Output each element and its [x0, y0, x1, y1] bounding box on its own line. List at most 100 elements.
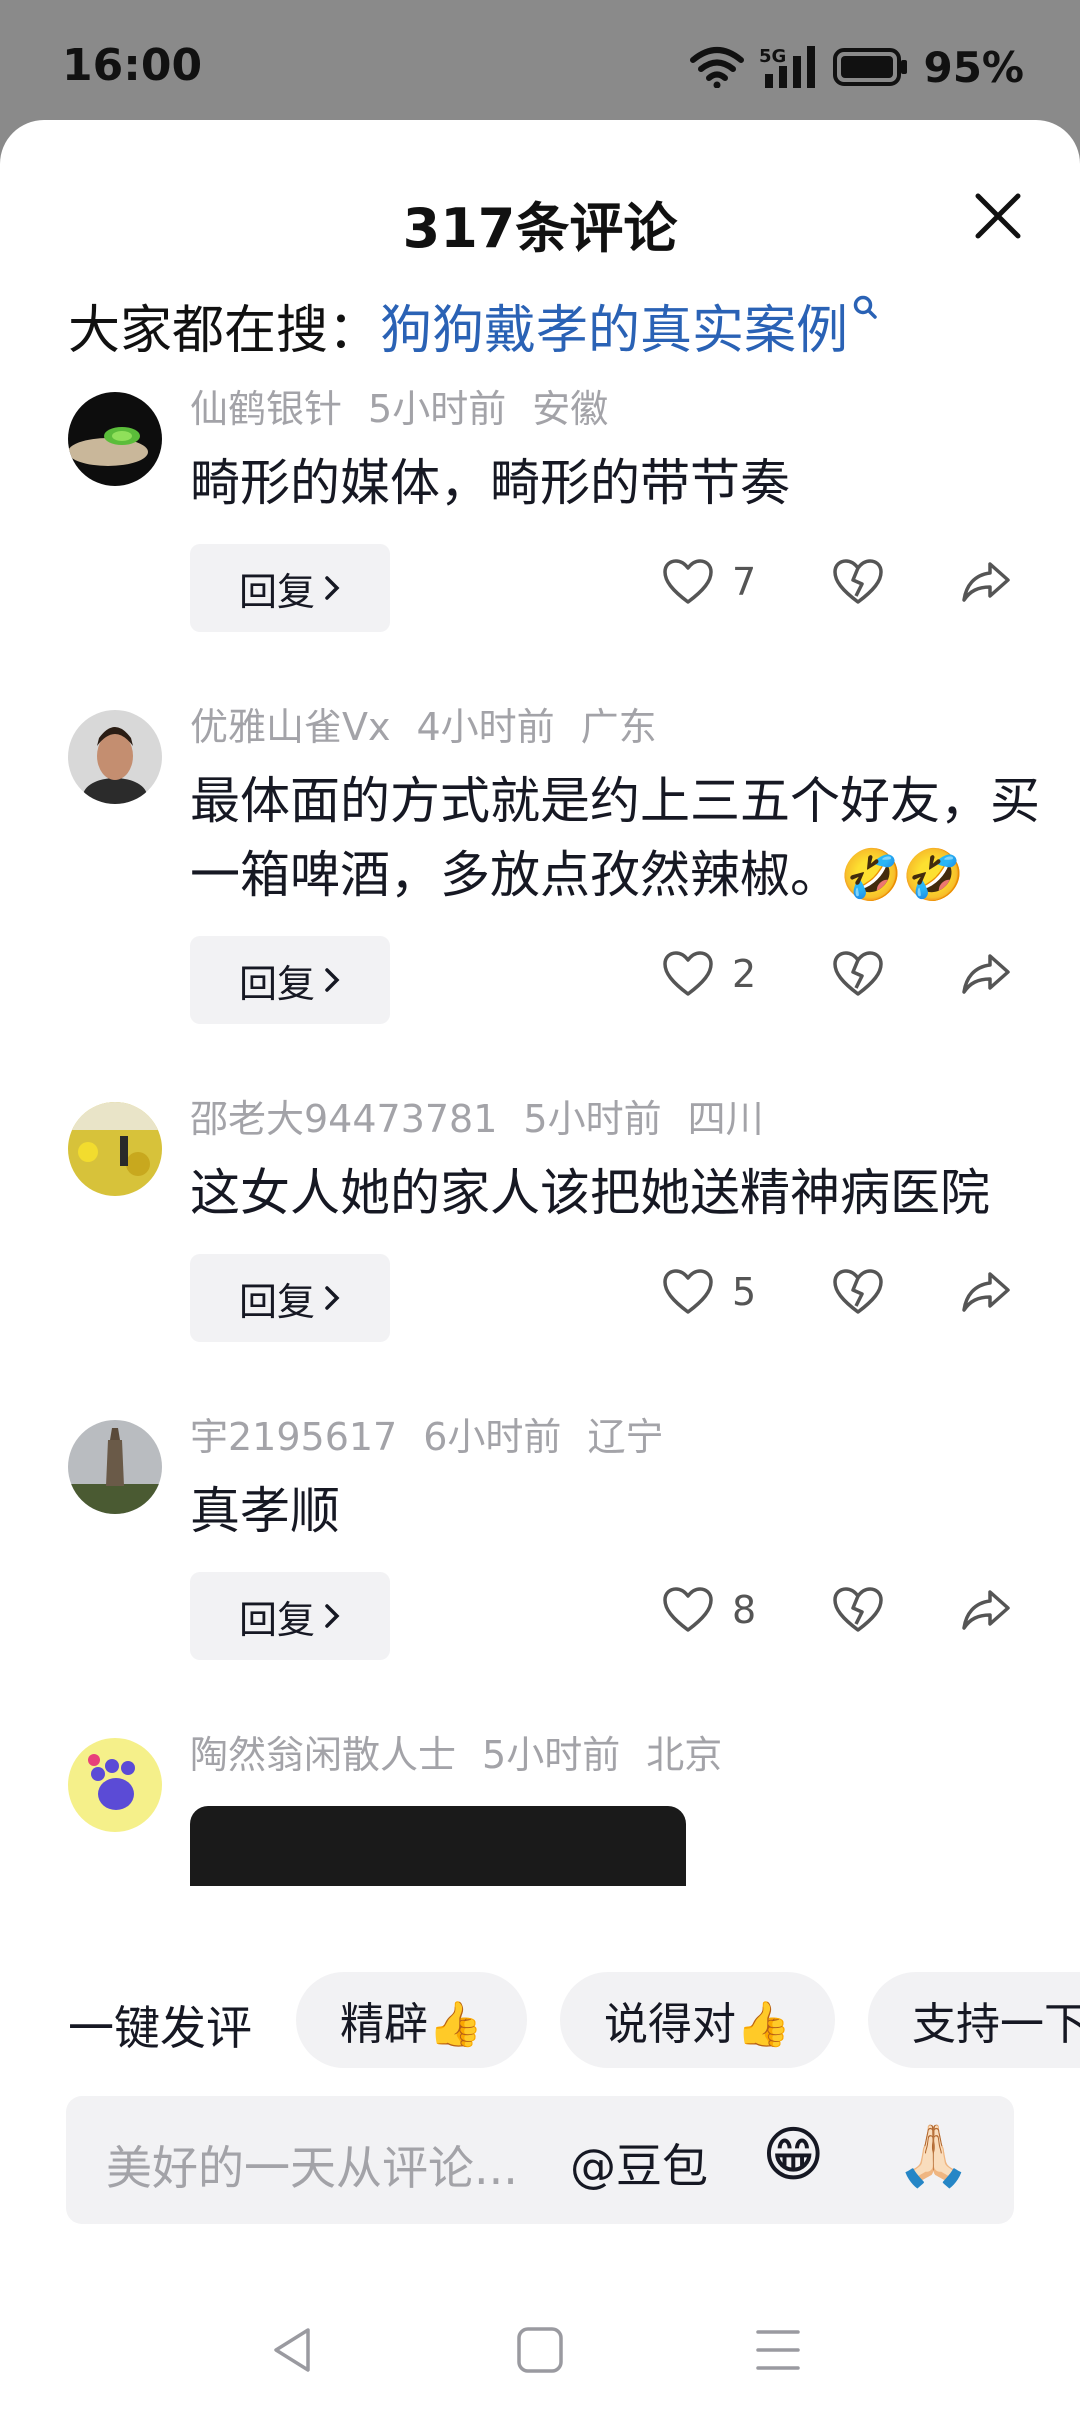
comment-text: 这女人她的家人该把她送精神病医院 [190, 1164, 990, 1222]
comment-location: 辽宁 [587, 1415, 664, 1459]
status-time: 16:00 [62, 40, 203, 91]
broken-heart-icon[interactable] [832, 558, 884, 606]
search-suggestion-prefix: 大家都在搜： [68, 301, 381, 361]
emoji-pray-button[interactable]: 🙏🏻 [896, 2120, 971, 2191]
system-nav-bar [0, 2280, 1080, 2412]
comment-count-title: 317条评论 [402, 197, 678, 260]
battery-percent: 95% [923, 42, 1024, 92]
reply-button[interactable]: 回复 [190, 1572, 390, 1660]
home-square-icon[interactable] [514, 2324, 566, 2376]
comment-text: 最体面的方式就是约上三五个好友，买一箱啤酒，多放点孜然辣椒。🤣🤣 [190, 772, 1040, 904]
search-suggestion[interactable]: 大家都在搜：狗狗戴孝的真实案例 [68, 288, 878, 363]
search-icon [853, 295, 877, 319]
comment-item: 邵老大94473781 5小时前 四川 这女人她的家人该把她送精神病医院 回复 5 [0, 1092, 1080, 1342]
chevron-right-icon [325, 968, 340, 992]
like-button[interactable]: 2 [662, 950, 756, 998]
comment-actions: 回复 2 [190, 936, 1040, 1024]
comment-sheet: 317条评论 大家都在搜：狗狗戴孝的真实案例 仙鹤银针 5小时前 安徽 畸形的媒体，… [0, 120, 1080, 2412]
comment-image[interactable] [190, 1806, 686, 1886]
comment-actions: 回复 7 [190, 544, 1040, 632]
like-count: 7 [732, 560, 757, 604]
paw-avatar [68, 1738, 162, 1832]
comment-time: 4小时前 [416, 705, 555, 749]
search-suggestion-keyword[interactable]: 狗狗戴孝的真实案例 [380, 301, 848, 361]
status-bar: 16:00 5G 95% [0, 0, 1080, 120]
quick-comment-chip[interactable]: 支持一下 [868, 1972, 1080, 2068]
reply-label: 回复 [238, 1279, 315, 1324]
comment-actions: 回复 8 [190, 1572, 1040, 1660]
comment-input-bar[interactable]: 美好的一天从评论... @豆包 😁 🙏🏻 [66, 2096, 1014, 2224]
comment-item: 仙鹤银针 5小时前 安徽 畸形的媒体，畸形的带节奏 回复 7 [0, 382, 1080, 632]
reply-button[interactable]: 回复 [190, 936, 390, 1024]
cellular-signal-icon: 5G [759, 46, 816, 88]
menu-lines-icon[interactable] [754, 2324, 802, 2376]
comment-time: 5小时前 [523, 1097, 662, 1141]
reply-label: 回复 [238, 1597, 315, 1642]
chevron-right-icon [325, 1604, 340, 1628]
share-icon[interactable] [960, 558, 1012, 606]
wifi-icon [690, 47, 745, 88]
man-avatar [68, 710, 162, 804]
comment-text: 畸形的媒体，畸形的带节奏 [190, 454, 790, 512]
heart-icon [663, 951, 713, 996]
comment-location: 广东 [580, 705, 657, 749]
comment-item: 宇2195617 6小时前 辽宁 真孝顺 回复 8 [0, 1410, 1080, 1660]
svg-text:5G: 5G [759, 46, 786, 67]
reply-button[interactable]: 回复 [190, 1254, 390, 1342]
avatar[interactable] [68, 1738, 162, 1832]
like-button[interactable]: 5 [662, 1268, 756, 1316]
pagoda-avatar [68, 1420, 162, 1514]
comment-location: 安徽 [532, 387, 609, 431]
comment-item: 优雅山雀Vx 4小时前 广东 最体面的方式就是约上三五个好友，买一箱啤酒，多放点孜然… [0, 700, 1080, 1024]
status-icons: 5G 95% [689, 42, 1024, 92]
avatar[interactable] [68, 1102, 162, 1196]
comment-username[interactable]: 仙鹤银针 [190, 387, 342, 431]
close-icon[interactable] [968, 186, 1028, 246]
share-icon[interactable] [960, 1268, 1012, 1316]
heart-icon [663, 559, 713, 604]
comment-location: 北京 [646, 1733, 723, 1777]
reply-button[interactable]: 回复 [190, 544, 390, 632]
broken-heart-icon[interactable] [832, 1268, 884, 1316]
battery-icon [833, 48, 908, 86]
comment-time: 6小时前 [423, 1415, 562, 1459]
share-icon[interactable] [960, 1586, 1012, 1634]
broken-heart-icon[interactable] [832, 950, 884, 998]
avatar[interactable] [68, 710, 162, 804]
like-button[interactable]: 8 [662, 1586, 756, 1634]
comment-item: 陶然翁闲散人士 5小时前 北京 [0, 1728, 1080, 1886]
chevron-right-icon [325, 1286, 340, 1310]
quick-comment-row: 一键发评 精辟👍 说得对👍 支持一下 [0, 1972, 1080, 2076]
like-count: 8 [732, 1588, 757, 1632]
comment-list[interactable]: 仙鹤银针 5小时前 安徽 畸形的媒体，畸形的带节奏 回复 7 优雅山雀Vx 4小… [0, 382, 1080, 2082]
comment-time: 5小时前 [482, 1733, 621, 1777]
cicada-avatar [68, 392, 162, 486]
chevron-right-icon [325, 576, 340, 600]
quick-comment-chip[interactable]: 精辟👍 [296, 1972, 527, 2068]
quick-comment-label: 一键发评 [68, 2001, 252, 2055]
heart-icon [663, 1587, 713, 1632]
comment-username[interactable]: 优雅山雀Vx [190, 705, 390, 749]
broken-heart-icon[interactable] [832, 1586, 884, 1634]
reply-label: 回复 [238, 569, 315, 614]
share-icon[interactable] [960, 950, 1012, 998]
comment-input[interactable]: 美好的一天从评论... [106, 2132, 518, 2198]
comment-text: 真孝顺 [190, 1482, 340, 1540]
comment-location: 四川 [687, 1097, 764, 1141]
emoji-grin-button[interactable]: 😁 [762, 2120, 825, 2190]
reply-label: 回复 [238, 961, 315, 1006]
comment-username[interactable]: 宇2195617 [190, 1415, 397, 1459]
like-count: 2 [732, 952, 757, 996]
back-triangle-icon[interactable] [268, 2324, 316, 2376]
like-count: 5 [732, 1270, 757, 1314]
comment-actions: 回复 5 [190, 1254, 1040, 1342]
rapeseed-field-avatar [68, 1102, 162, 1196]
avatar[interactable] [68, 1420, 162, 1514]
quick-comment-chip[interactable]: 说得对👍 [560, 1972, 835, 2068]
avatar[interactable] [68, 392, 162, 486]
like-button[interactable]: 7 [662, 558, 756, 606]
comment-username[interactable]: 陶然翁闲散人士 [190, 1733, 456, 1777]
comment-time: 5小时前 [368, 387, 507, 431]
mention-button[interactable]: @豆包 [570, 2130, 708, 2196]
comment-username[interactable]: 邵老大94473781 [190, 1097, 497, 1141]
